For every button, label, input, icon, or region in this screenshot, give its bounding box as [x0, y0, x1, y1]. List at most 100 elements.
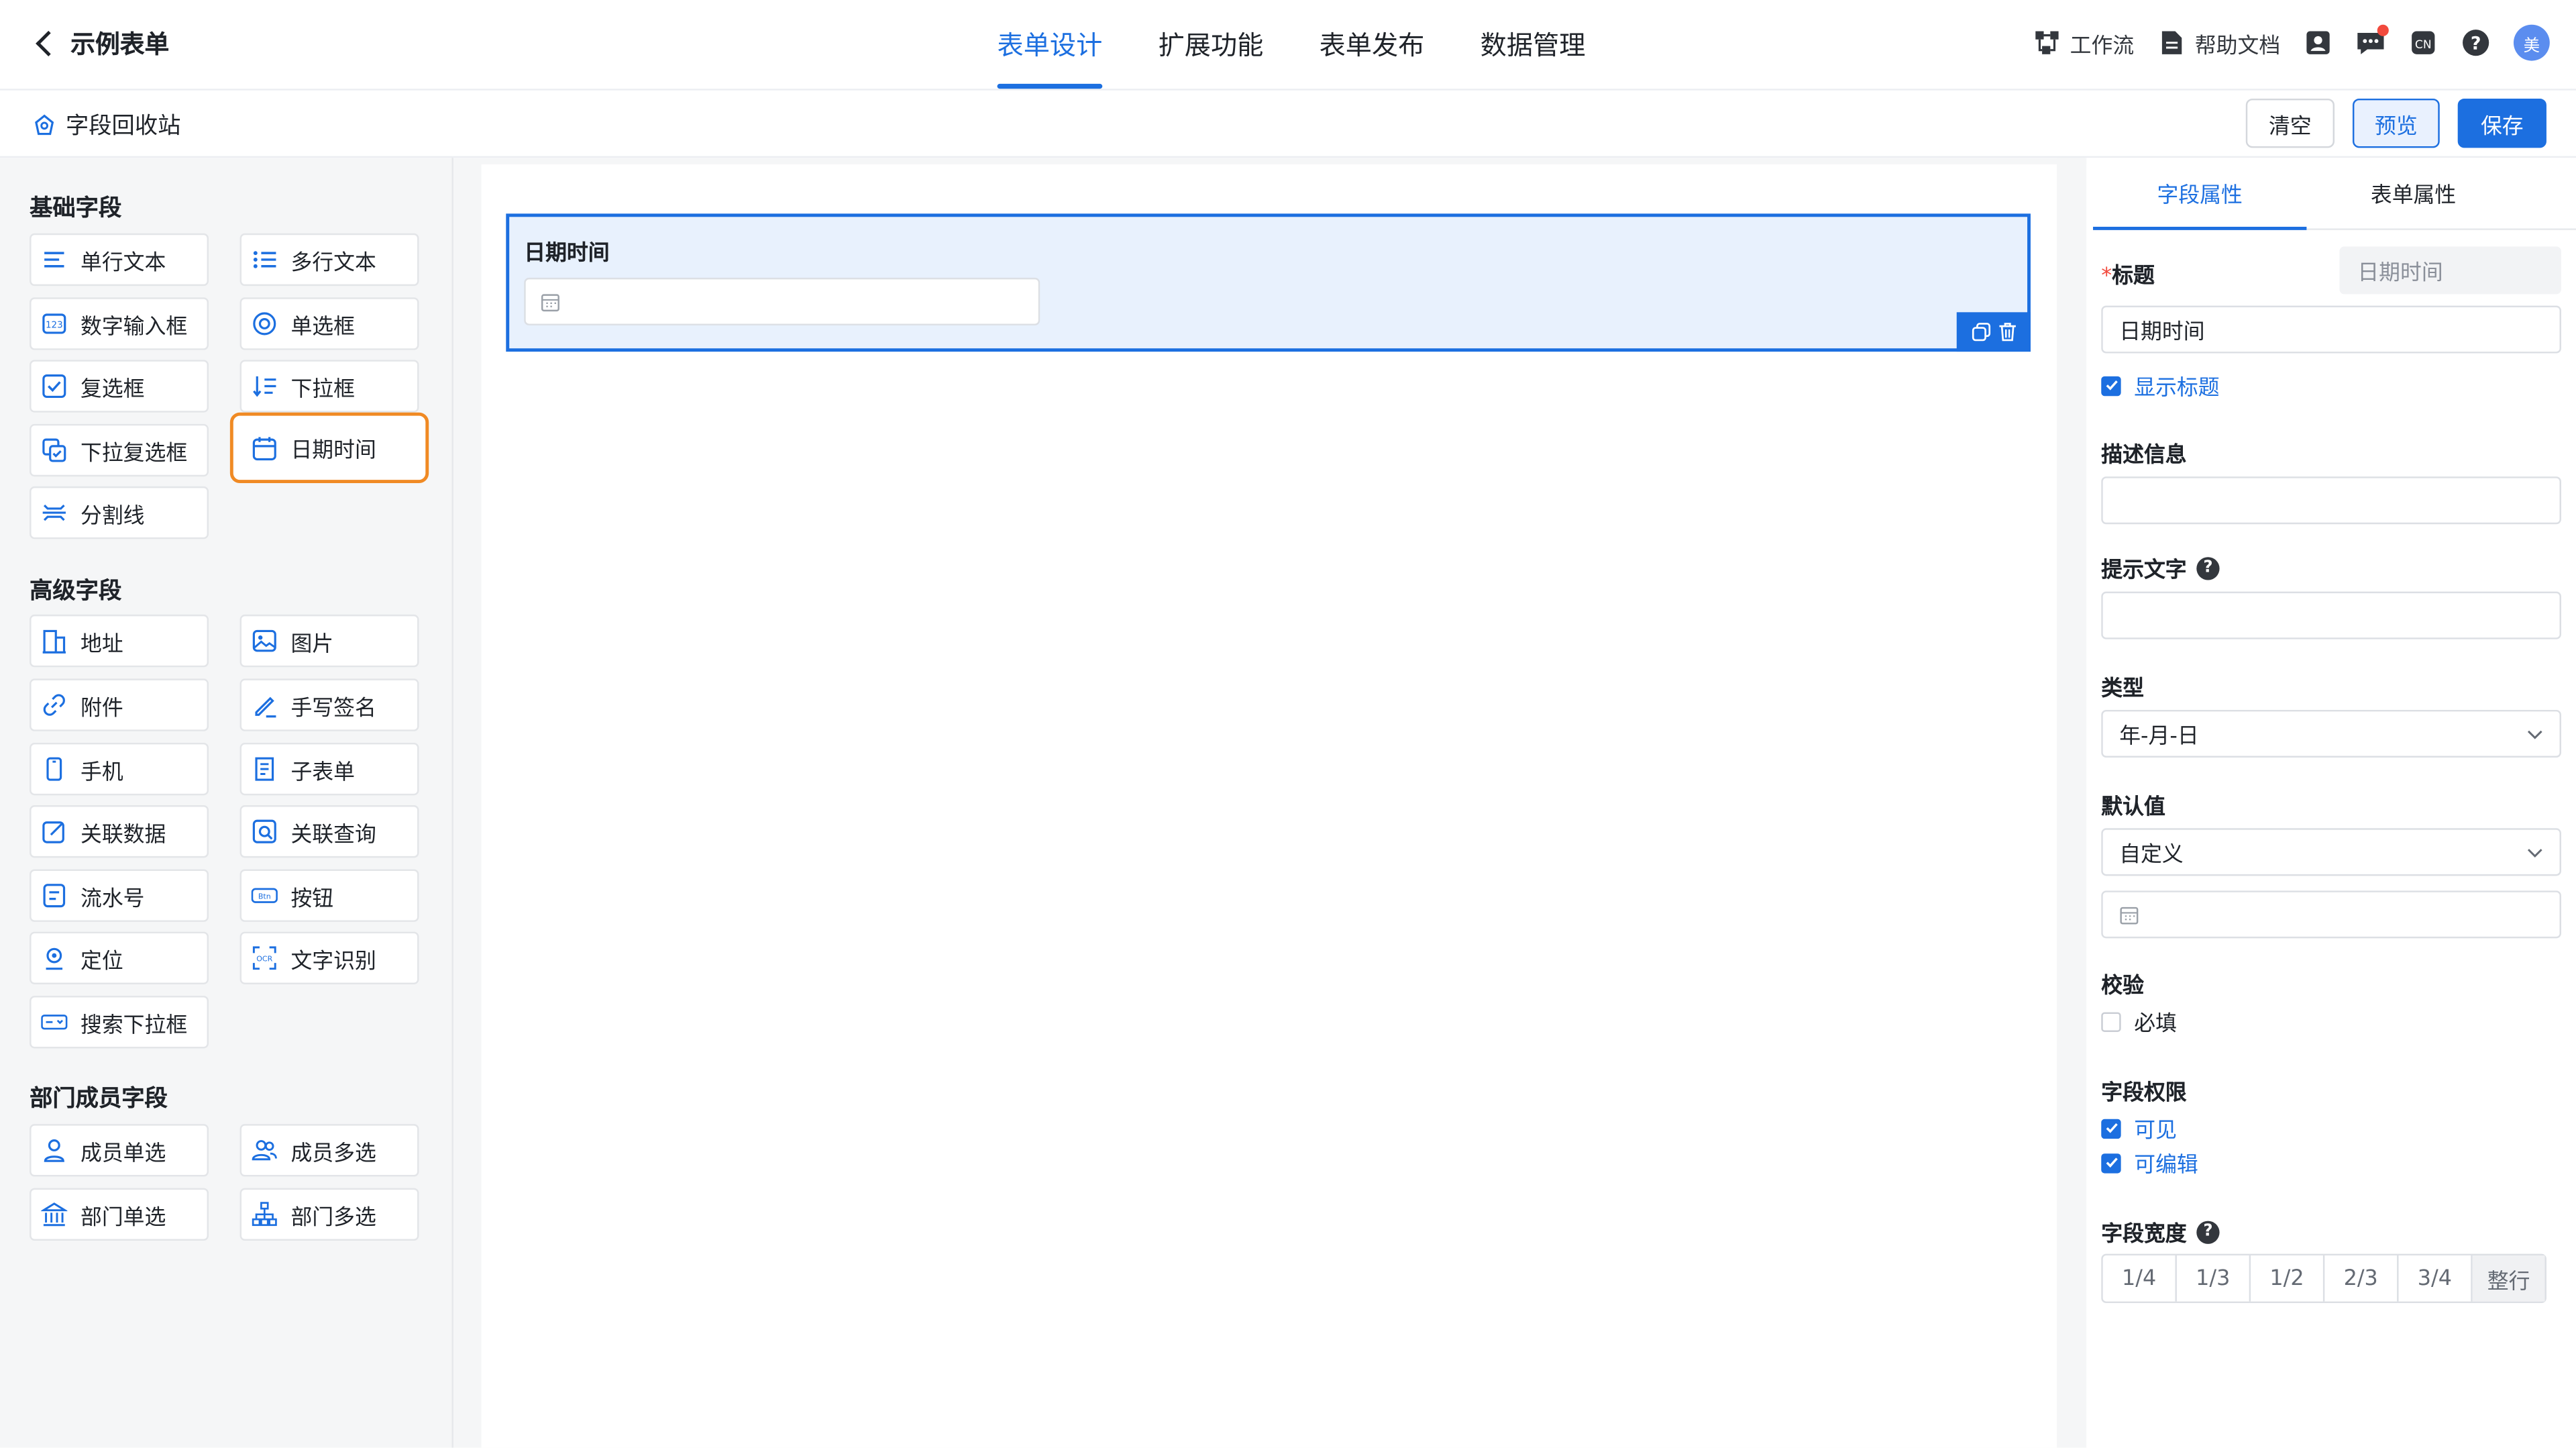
default-value-select[interactable]: 自定义 [2101, 828, 2561, 876]
field-recycle-bin[interactable]: 字段回收站 [30, 109, 180, 142]
field-divider[interactable]: 分割线 [30, 486, 209, 539]
field-dropdown[interactable]: 下拉框 [239, 360, 419, 413]
preview-button[interactable]: 预览 [2352, 98, 2440, 148]
field-datetime[interactable]: 日期时间 [229, 412, 429, 484]
help-icon[interactable]: ? [2196, 556, 2220, 580]
field-radio[interactable]: 单选框 [239, 297, 419, 350]
field-dropdown-multi[interactable]: 下拉复选框 [30, 423, 209, 477]
hint-text-input[interactable] [2101, 591, 2561, 639]
svg-text:?: ? [2471, 33, 2481, 54]
back-button[interactable]: 示例表单 [30, 26, 169, 60]
field-label: 复选框 [80, 377, 145, 402]
help-docs-button[interactable]: 帮助文档 [2157, 27, 2280, 58]
search-dropdown-icon [41, 1015, 68, 1030]
tab-extensions[interactable]: 扩展功能 [1159, 0, 1264, 91]
field-dept-single[interactable]: 部门单选 [30, 1188, 209, 1241]
field-image[interactable]: 图片 [239, 614, 419, 668]
calendar-icon [252, 436, 276, 460]
tab-data-management[interactable]: 数据管理 [1481, 0, 1586, 91]
visible-checkbox[interactable]: 可见 [2101, 1113, 2177, 1144]
help-icon[interactable]: ? [2196, 1220, 2220, 1243]
canvas-date-input[interactable] [524, 277, 1040, 325]
clear-button[interactable]: 清空 [2245, 98, 2335, 148]
type-select[interactable]: 年-月-日 [2101, 709, 2561, 758]
edit-link-icon [42, 821, 64, 843]
users-icon [252, 1140, 277, 1161]
field-label: 单行文本 [80, 250, 166, 276]
width-option-third[interactable]: 1/3 [2177, 1255, 2251, 1302]
field-label: 单选框 [290, 314, 356, 340]
help-icon[interactable]: ? [2461, 28, 2491, 58]
workflow-icon [2032, 28, 2061, 58]
field-search-dropdown[interactable]: 搜索下拉框 [30, 996, 209, 1049]
field-address[interactable]: 地址 [30, 614, 209, 668]
width-option-half[interactable]: 1/2 [2251, 1255, 2325, 1302]
trash-icon[interactable] [1997, 322, 2017, 342]
field-actions [1956, 312, 2031, 352]
canvas-field-datetime[interactable]: 日期时间 [506, 213, 2031, 352]
divider-icon [42, 504, 66, 521]
language-icon[interactable]: CN [2408, 28, 2438, 58]
title-input[interactable]: 日期时间 [2101, 305, 2561, 354]
field-subform[interactable]: 子表单 [239, 742, 419, 796]
field-mobile[interactable]: 手机 [30, 742, 209, 796]
tab-form-props[interactable]: 表单属性 [2306, 164, 2520, 229]
form-canvas[interactable] [481, 164, 2057, 1448]
field-multi-line-text[interactable]: 多行文本 [239, 233, 419, 287]
field-single-line-text[interactable]: 单行文本 [30, 233, 209, 287]
org-chart-icon [252, 1202, 277, 1227]
field-member-single[interactable]: 成员单选 [30, 1124, 209, 1177]
ocr-icon: OCR [252, 946, 276, 970]
editable-checkbox[interactable]: 可编辑 [2101, 1147, 2198, 1178]
chevron-left-icon [36, 30, 62, 56]
title-alias-input[interactable]: 日期时间 [2339, 246, 2561, 295]
save-button[interactable]: 保存 [2457, 98, 2546, 148]
tab-publish[interactable]: 表单发布 [1320, 0, 1425, 91]
description-input[interactable] [2101, 476, 2561, 525]
user-avatar[interactable]: 美 [2513, 24, 2550, 61]
width-option-three-quarters[interactable]: 3/4 [2399, 1255, 2473, 1302]
workflow-button[interactable]: 工作流 [2032, 27, 2134, 58]
field-number-input[interactable]: 123 数字输入框 [30, 297, 209, 350]
bank-icon [41, 1202, 68, 1227]
field-width-selector: 1/4 1/3 1/2 2/3 3/4 整行 [2101, 1253, 2546, 1304]
field-attachment[interactable]: 附件 [30, 678, 209, 731]
width-option-full-row[interactable]: 整行 [2472, 1255, 2545, 1302]
type-select-value: 年-月-日 [2119, 725, 2199, 749]
svg-text:Btn: Btn [258, 892, 271, 901]
field-signature[interactable]: 手写签名 [239, 678, 419, 731]
title-label: *标题 [2101, 258, 2155, 289]
contacts-icon[interactable] [2303, 28, 2332, 58]
field-label: 成员多选 [290, 1141, 376, 1166]
width-option-two-thirds[interactable]: 2/3 [2324, 1255, 2399, 1302]
field-serial-number[interactable]: 流水号 [30, 869, 209, 922]
required-checkbox[interactable]: 必填 [2101, 1006, 2177, 1037]
field-label: 定位 [80, 949, 123, 974]
hint-text-label: 提示文字 ? [2101, 552, 2220, 583]
field-palette [0, 158, 453, 1448]
required-label: 必填 [2134, 1012, 2177, 1037]
field-label: 成员单选 [80, 1141, 166, 1166]
field-ocr[interactable]: OCR 文字识别 [239, 931, 419, 984]
field-related-query[interactable]: 关联查询 [239, 805, 419, 858]
width-option-quarter[interactable]: 1/4 [2103, 1255, 2177, 1302]
field-location[interactable]: 定位 [30, 931, 209, 984]
canvas-field-title: 日期时间 [524, 242, 610, 266]
right-gutter [2057, 158, 2087, 1448]
show-title-checkbox[interactable]: 显示标题 [2101, 370, 2220, 401]
field-permission-label: 字段权限 [2101, 1081, 2187, 1106]
recycle-label: 字段回收站 [65, 113, 181, 140]
messages-icon[interactable] [2356, 24, 2389, 58]
field-width-label-text: 字段宽度 [2101, 1223, 2187, 1247]
tab-field-props[interactable]: 字段属性 [2093, 164, 2307, 230]
tab-form-design[interactable]: 表单设计 [997, 0, 1103, 91]
calendar-icon [541, 294, 559, 312]
copy-icon[interactable] [1971, 322, 1990, 342]
field-button[interactable]: Btn 按钮 [239, 869, 419, 922]
field-checkbox[interactable]: 复选框 [30, 360, 209, 413]
field-related-data[interactable]: 关联数据 [30, 805, 209, 858]
field-member-multi[interactable]: 成员多选 [239, 1124, 419, 1177]
default-date-input[interactable] [2101, 890, 2561, 939]
field-dept-multi[interactable]: 部门多选 [239, 1188, 419, 1241]
field-label: 下拉框 [290, 377, 356, 402]
